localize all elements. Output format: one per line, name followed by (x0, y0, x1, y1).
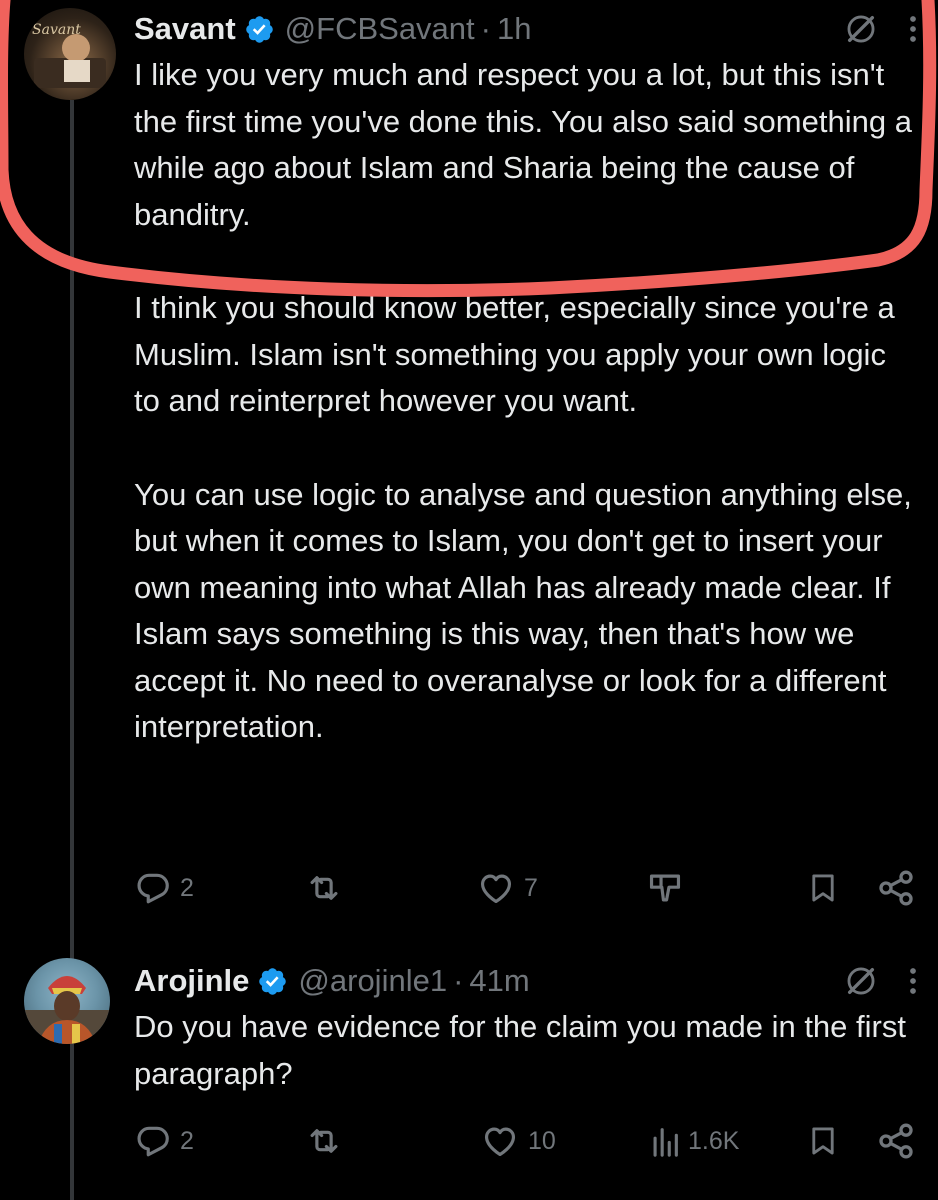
repost-icon (310, 876, 338, 900)
paragraph-1: I like you very much and respect you a l… (134, 57, 912, 232)
heart-icon (484, 1127, 516, 1157)
separator-dot: · (480, 11, 491, 46)
author-handle[interactable]: @arojinle1 (298, 963, 447, 999)
more-options-icon[interactable] (908, 14, 918, 44)
share-icon (879, 870, 913, 906)
post-actions: 2 7 (134, 868, 918, 908)
heart-icon (480, 874, 512, 904)
repost-button[interactable] (304, 1121, 352, 1161)
avatar-image: Savant (32, 22, 106, 88)
reply-button[interactable]: 2 (134, 1121, 194, 1161)
verified-badge-icon[interactable] (244, 14, 275, 45)
reply-icon (137, 1126, 169, 1157)
view-count: 1.6K (688, 1126, 740, 1155)
post-header: Arojinle @arojinle1 · 41m (134, 958, 938, 1004)
like-button[interactable]: 7 (476, 868, 538, 908)
repost-icon (310, 1129, 338, 1153)
like-count: 10 (528, 1126, 556, 1155)
author-name[interactable]: Arojinle (134, 963, 249, 999)
like-button[interactable]: 10 (480, 1121, 556, 1161)
bookmark-button[interactable] (806, 1121, 840, 1161)
separator-dot: · (453, 963, 464, 998)
post-body: Do you have evidence for the claim you m… (134, 1004, 938, 1097)
bookmark-icon (812, 874, 834, 902)
share-icon (879, 1123, 913, 1159)
share-button[interactable] (876, 868, 916, 908)
savant-avatar[interactable]: Savant (24, 8, 116, 100)
reply-count: 2 (180, 873, 194, 902)
more-options-icon[interactable] (908, 966, 918, 996)
thumbs-down-icon (649, 874, 681, 902)
reply-button[interactable]: 2 (134, 868, 194, 908)
post-timestamp[interactable]: 1h (497, 11, 531, 47)
grok-icon[interactable] (844, 12, 878, 46)
post-actions: 2 10 1.6K (134, 1121, 918, 1161)
author-name[interactable]: Savant (134, 11, 236, 47)
paragraph-2: I think you should know better, especial… (134, 290, 895, 418)
author-handle[interactable]: @FCBSavant (285, 11, 475, 47)
post-timestamp[interactable]: 41m (469, 963, 529, 999)
bookmark-icon (812, 1127, 834, 1155)
arojinle-avatar[interactable] (24, 958, 110, 1044)
share-button[interactable] (876, 1121, 916, 1161)
paragraph-3: You can use logic to analyse and questio… (134, 476, 912, 745)
dislike-button[interactable] (646, 868, 684, 908)
avatar-image (24, 976, 110, 1044)
verified-badge-icon[interactable] (257, 966, 288, 997)
analytics-icon (653, 1128, 678, 1157)
reply-count: 2 (180, 1126, 194, 1155)
post-header: Savant @FCBSavant · 1h (134, 6, 938, 52)
post-arojinle[interactable]: Arojinle @arojinle1 · 41m Do you have ev… (134, 958, 938, 1097)
grok-icon[interactable] (844, 964, 878, 998)
post-savant[interactable]: Savant @FCBSavant · 1h I like you very m… (134, 6, 938, 751)
repost-button[interactable] (304, 868, 352, 908)
svg-text:Savant: Savant (32, 22, 81, 38)
views-button[interactable]: 1.6K (650, 1121, 739, 1161)
bookmark-button[interactable] (806, 868, 840, 908)
like-count: 7 (524, 873, 538, 902)
reply-icon (137, 873, 169, 904)
paragraph-1: Do you have evidence for the claim you m… (134, 1009, 906, 1091)
post-body: I like you very much and respect you a l… (134, 52, 938, 751)
